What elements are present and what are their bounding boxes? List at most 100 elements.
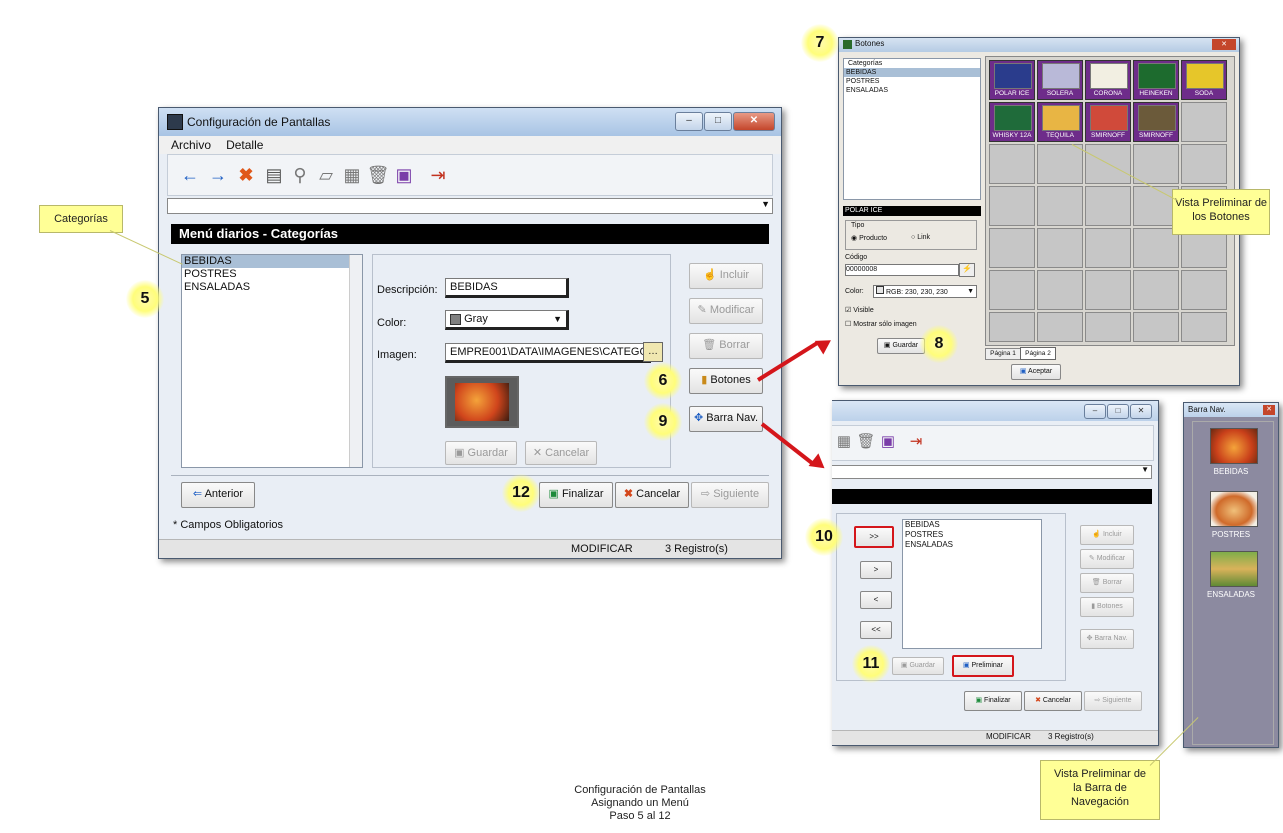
empty-button-cell[interactable] [989,186,1035,226]
botones-button[interactable]: ▮ Botones [689,368,763,394]
empty-button-cell[interactable] [989,144,1035,184]
empty-button-cell[interactable] [1037,228,1083,268]
product-button[interactable]: SMIRNOFF [1085,102,1131,142]
empty-button-cell[interactable] [1181,312,1227,342]
modificar-button[interactable]: ✎ Modificar [689,298,763,324]
color-select[interactable]: Gray ▼ [445,310,569,330]
product-button[interactable]: TEQUILA [1037,102,1083,142]
product-button[interactable]: SOLERA [1037,60,1083,100]
chevron-down-icon[interactable]: ▼ [1141,465,1149,474]
empty-button-cell[interactable] [989,270,1035,310]
chevron-down-icon[interactable]: ▼ [553,311,562,327]
maximize-button[interactable]: □ [704,112,732,131]
barra-siguiente-button[interactable]: ⇨ Siguiente [1084,691,1142,711]
incluir-button[interactable]: ☝ Incluir [689,263,763,289]
producto-radio[interactable]: ◉ Producto [851,234,887,242]
empty-button-cell[interactable] [1085,228,1131,268]
ensaladas-image[interactable] [1210,551,1258,587]
postres-image[interactable] [1210,491,1258,527]
close-button[interactable]: ✕ [1212,39,1236,50]
empty-button-cell[interactable] [1181,144,1227,184]
borrar-button[interactable]: 🗑 Borrar [689,333,763,359]
empty-button-cell[interactable] [989,312,1035,342]
cancelar-main-button[interactable]: ✖ Cancelar [615,482,689,508]
maximize-button[interactable]: □ [1107,404,1129,419]
product-button[interactable]: POLAR ICE [989,60,1035,100]
anterior-button[interactable]: ⇐ Anterior [181,482,255,508]
visible-checkbox[interactable]: ☑ Visible [845,306,874,314]
browse-image-button[interactable]: … [643,342,663,362]
codigo-field[interactable]: 00000008 [845,264,959,276]
combo-box[interactable]: ▼ [832,465,1152,479]
close-button[interactable]: ✕ [733,112,775,131]
empty-button-cell[interactable] [1037,144,1083,184]
product-button[interactable]: SMIRNOFF [1133,102,1179,142]
minimize-button[interactable]: – [1084,404,1106,419]
chevron-down-icon[interactable]: ▼ [967,286,974,297]
categories-list[interactable]: BEBIDAS POSTRES ENSALADAS [181,254,363,468]
product-button[interactable]: HEINEKEN [1133,60,1179,100]
empty-button-cell[interactable] [1037,270,1083,310]
forward-arrow-icon[interactable]: → [206,163,230,187]
barra-borrar-button[interactable]: 🗑 Borrar [1080,573,1134,593]
product-button[interactable]: SODA [1181,60,1227,100]
edit-icon[interactable]: ▦ [340,163,364,187]
edit-icon[interactable]: ▦ [832,430,856,454]
barra-guardar-button[interactable]: ▣ Guardar [892,657,944,675]
empty-button-cell[interactable] [1133,270,1179,310]
empty-button-cell[interactable] [1133,312,1179,342]
siguiente-button[interactable]: ⇨ Siguiente [691,482,769,508]
empty-button-cell[interactable] [1085,186,1131,226]
barra-cancelar-button[interactable]: ✖ Cancelar [1024,691,1082,711]
delete-x-icon[interactable]: ✖ [234,163,258,187]
list-item[interactable]: BEBIDAS [844,68,980,77]
finalizar-button[interactable]: ▣ Finalizar [539,482,613,508]
botones-guardar-button[interactable]: ▣ Guardar [877,338,925,354]
menu-archivo[interactable]: Archivo [171,138,211,152]
barra-finalizar-button[interactable]: ▣ Finalizar [964,691,1022,711]
product-button[interactable]: WHISKY 12A [989,102,1035,142]
barra-barranav-button[interactable]: ✥ Barra Nav. [1080,629,1134,649]
empty-button-cell[interactable] [1133,144,1179,184]
product-button[interactable]: CORONA [1085,60,1131,100]
search-icon[interactable]: ⚲ [288,163,312,187]
botones-categories-list[interactable]: Categorías BEBIDAS POSTRES ENSALADAS [843,58,981,200]
barra-botones-button[interactable]: ▮ Botones [1080,597,1134,617]
preliminar-button[interactable]: ▣ Preliminar [952,655,1014,677]
list-item[interactable]: POSTRES [844,77,980,86]
color-select[interactable]: RGB: 230, 230, 230 ▼ [873,285,977,298]
aceptar-button[interactable]: ▣ Aceptar [1011,364,1061,380]
barra-modificar-button[interactable]: ✎ Modificar [1080,549,1134,569]
descripcion-field[interactable]: BEBIDAS [445,278,569,298]
scrollbar[interactable] [349,255,362,467]
guardar-button[interactable]: ▣ Guardar [445,441,517,465]
empty-button-cell[interactable] [1085,312,1131,342]
barra-nav-button[interactable]: ✥ Barra Nav. [689,406,763,432]
tab-pagina-2[interactable]: Página 2 [1020,347,1056,360]
empty-button-cell[interactable] [1181,102,1227,142]
close-button[interactable]: ✕ [1263,405,1275,415]
exit-door-icon[interactable]: ⇥ [426,163,450,187]
empty-button-cell[interactable] [1085,270,1131,310]
menu-detalle[interactable]: Detalle [226,138,263,152]
back-arrow-icon[interactable]: ← [178,163,202,187]
list-item[interactable]: ENSALADAS [844,86,980,95]
open-folder-icon[interactable]: ▱ [314,163,338,187]
codigo-lookup-button[interactable]: ⚡ [959,263,975,277]
save-icon[interactable]: ▣ [392,163,416,187]
bebidas-image[interactable] [1210,428,1258,464]
empty-button-cell[interactable] [1037,312,1083,342]
minimize-button[interactable]: – [675,112,703,131]
cancelar-button[interactable]: ✕ Cancelar [525,441,597,465]
empty-button-cell[interactable] [1037,186,1083,226]
tab-pagina-1[interactable]: Página 1 [985,348,1021,360]
trash-icon[interactable]: 🗑 [854,430,878,454]
exit-door-icon[interactable]: ⇥ [904,430,928,454]
print-icon[interactable]: ▤ [262,163,286,187]
chevron-down-icon[interactable]: ▼ [761,199,770,209]
link-radio[interactable]: ○ Link [911,234,930,241]
empty-button-cell[interactable] [989,228,1035,268]
list-item[interactable]: ENSALADAS [182,281,362,294]
list-item[interactable]: BEBIDAS [182,255,362,268]
barra-incluir-button[interactable]: ☝ Incluir [1080,525,1134,545]
